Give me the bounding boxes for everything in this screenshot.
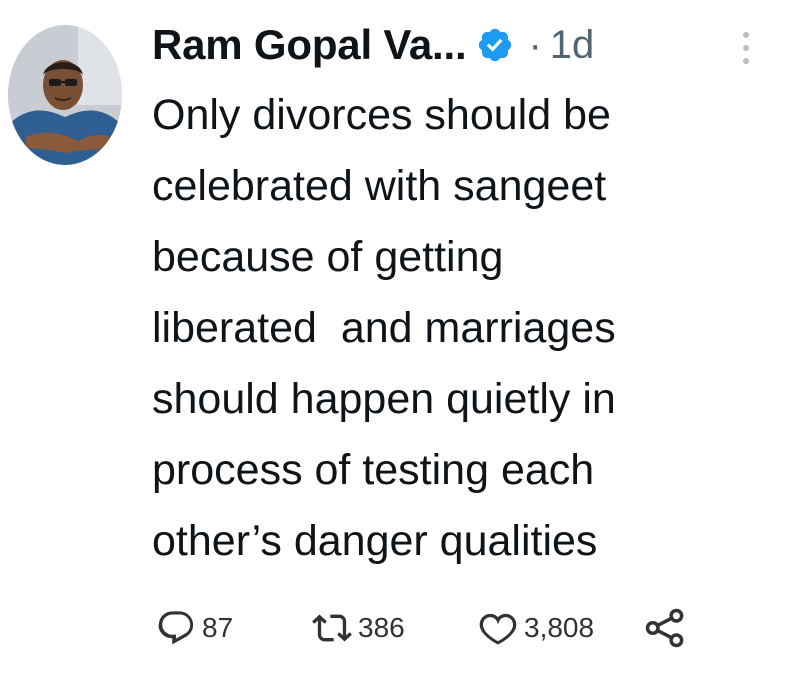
tweet-text-line: other’s danger qualities <box>152 517 598 565</box>
tweet-card: Ram Gopal Va... · 1d Only divorces shoul… <box>0 0 800 682</box>
tweet-text-line: Only divorces should be <box>152 91 611 139</box>
retweet-count: 386 <box>358 612 405 643</box>
tweet-text-line: celebrated with sangeet <box>152 162 607 210</box>
heart-icon <box>479 613 517 645</box>
retweet-button[interactable]: 386 <box>312 600 405 656</box>
avatar[interactable] <box>8 25 122 165</box>
reply-button[interactable]: 87 <box>156 600 233 656</box>
verified-badge-icon <box>476 26 514 64</box>
meta-separator: · <box>528 22 542 67</box>
tweet-text-line: process of testing each <box>152 446 595 494</box>
share-icon <box>645 608 684 648</box>
reply-icon <box>158 611 194 645</box>
share-button[interactable] <box>644 600 686 656</box>
tweet-text: Only divorces should be celebrated with … <box>152 80 782 577</box>
tweet-text-line: because of getting <box>152 233 504 281</box>
like-button[interactable]: 3,808 <box>478 600 594 656</box>
retweet-icon <box>312 614 352 642</box>
tweet-actions: 87 386 3,808 <box>152 600 712 660</box>
timestamp[interactable]: 1d <box>550 23 595 68</box>
more-options-icon[interactable] <box>738 28 754 68</box>
tweet-text-line: should happen quietly in <box>152 375 616 423</box>
tweet-header: Ram Gopal Va... · 1d <box>152 18 594 72</box>
tweet-text-line: liberated and marriages <box>152 304 616 352</box>
author-name[interactable]: Ram Gopal Va... <box>152 21 467 69</box>
reply-count: 87 <box>202 612 234 643</box>
like-count: 3,808 <box>524 612 595 643</box>
